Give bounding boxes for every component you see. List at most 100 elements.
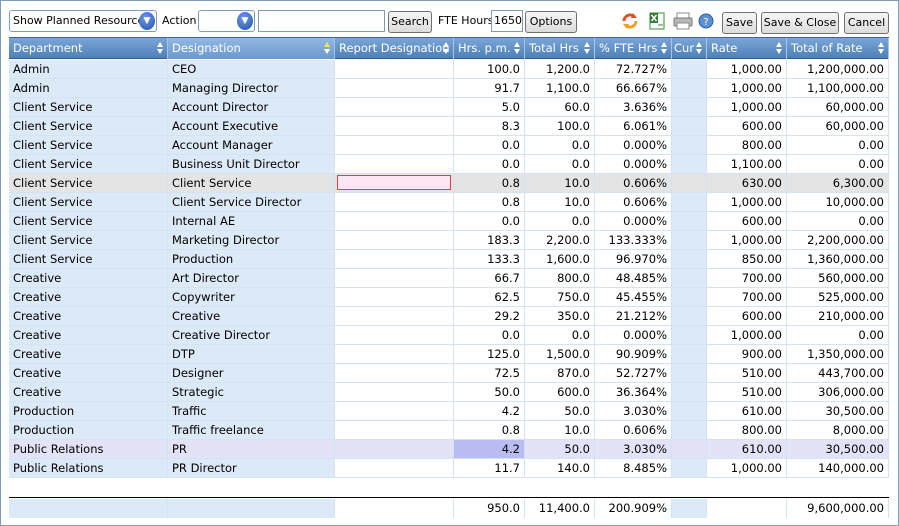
sort-ascending-icon[interactable] — [324, 42, 331, 55]
hrs-pm-cell[interactable]: 100.0 — [454, 60, 525, 79]
sort-icon[interactable] — [878, 42, 885, 55]
column-header-department[interactable]: Department — [9, 38, 168, 59]
report-designation-cell[interactable] — [335, 79, 454, 98]
report-designation-cell[interactable] — [335, 250, 454, 269]
report-designation-cell[interactable] — [335, 307, 454, 326]
hrs-pm-cell[interactable]: 0.0 — [454, 136, 525, 155]
hrs-pm-cell[interactable]: 0.8 — [454, 193, 525, 212]
report-designation-cell[interactable] — [335, 421, 454, 440]
report-designation-cell[interactable] — [335, 231, 454, 250]
report-designation-cell[interactable] — [335, 98, 454, 117]
report-designation-cell[interactable] — [335, 269, 454, 288]
hrs-pm-cell[interactable]: 66.7 — [454, 269, 525, 288]
hrs-pm-cell[interactable]: 183.3 — [454, 231, 525, 250]
report-designation-cell[interactable] — [335, 345, 454, 364]
table-row[interactable]: Admin CEO 100.0 1,200.0 72.727% 1,000.00 1,200… — [9, 60, 889, 79]
hrs-pm-cell[interactable]: 133.3 — [454, 250, 525, 269]
table-row[interactable]: Creative DTP 125.0 1,500.0 90.909% 900.00 1,35… — [9, 345, 889, 364]
sort-icon[interactable] — [776, 42, 783, 55]
report-designation-cell[interactable] — [335, 459, 454, 478]
search-button[interactable]: Search — [388, 11, 432, 33]
report-designation-cell[interactable] — [335, 212, 454, 231]
report-designation-cell[interactable] — [335, 326, 454, 345]
table-row[interactable]: Production Traffic freelance 0.8 10.0 0.606%… — [9, 421, 889, 440]
column-header-fte-hrs[interactable]: % FTE Hrs — [595, 38, 672, 59]
hrs-pm-cell[interactable]: 125.0 — [454, 345, 525, 364]
table-row[interactable]: Public Relations PR 4.2 50.0 3.030% 610.00 30,… — [9, 440, 889, 459]
options-button[interactable]: Options — [525, 11, 577, 33]
hrs-pm-cell[interactable]: 62.5 — [454, 288, 525, 307]
hrs-pm-cell[interactable]: 5.0 — [454, 98, 525, 117]
hrs-pm-cell[interactable]: 0.8 — [454, 421, 525, 440]
sort-icon[interactable] — [584, 42, 591, 55]
hrs-pm-cell[interactable]: 4.2 — [454, 402, 525, 421]
table-row[interactable]: Client Service Business Unit Director 0.0 0… — [9, 155, 889, 174]
table-row[interactable]: Creative Creative Director 0.0 0.0 0.000% 1,0… — [9, 326, 889, 345]
table-row[interactable]: Client Service Account Executive 8.3 100.0 6… — [9, 117, 889, 136]
hrs-pm-cell[interactable]: 72.5 — [454, 364, 525, 383]
report-designation-cell[interactable] — [335, 193, 454, 212]
hrs-pm-cell[interactable]: 29.2 — [454, 307, 525, 326]
hrs-pm-cell[interactable]: 0.0 — [454, 212, 525, 231]
report-designation-cell[interactable] — [335, 136, 454, 155]
view-select[interactable]: Show Planned Resources ▼ — [9, 10, 157, 32]
column-header-report-designation[interactable]: Report Designation — [335, 38, 454, 59]
fte-hours-input[interactable]: 1650 — [491, 10, 523, 32]
excel-export-icon[interactable] — [647, 11, 667, 31]
table-row[interactable]: Client Service Marketing Director 183.3 2,2… — [9, 231, 889, 250]
chevron-down-icon[interactable]: ▼ — [237, 12, 253, 30]
report-designation-cell[interactable] — [335, 174, 454, 193]
table-row[interactable]: Client Service Internal AE 0.0 0.0 0.000% 600… — [9, 212, 889, 231]
table-row[interactable]: Production Traffic 4.2 50.0 3.030% 610.00 30,5… — [9, 402, 889, 421]
help-icon[interactable]: ? — [698, 13, 714, 29]
table-row[interactable]: Creative Designer 72.5 870.0 52.727% 510.00 44… — [9, 364, 889, 383]
save-close-button[interactable]: Save & Close — [761, 12, 839, 34]
hrs-pm-cell[interactable]: 11.7 — [454, 459, 525, 478]
cancel-button[interactable]: Cancel — [844, 12, 889, 34]
sort-icon[interactable] — [696, 42, 703, 55]
hrs-pm-cell[interactable]: 50.0 — [454, 383, 525, 402]
column-header-designation[interactable]: Designation — [168, 38, 335, 59]
action-select[interactable]: ▼ — [198, 10, 255, 32]
report-designation-cell[interactable] — [335, 117, 454, 136]
report-designation-cell[interactable] — [335, 60, 454, 79]
table-row[interactable]: Creative Strategic 50.0 600.0 36.364% 510.00 3… — [9, 383, 889, 402]
table-row[interactable]: Client Service Account Director 5.0 60.0 3.6… — [9, 98, 889, 117]
report-designation-cell[interactable] — [335, 440, 454, 459]
column-header-hrs-pm[interactable]: Hrs. p.m. — [454, 38, 525, 59]
hrs-pm-cell[interactable]: 91.7 — [454, 79, 525, 98]
refresh-icon[interactable] — [620, 11, 640, 31]
report-designation-cell[interactable] — [335, 383, 454, 402]
table-row[interactable]: Creative Art Director 66.7 800.0 48.485% 700.… — [9, 269, 889, 288]
column-header-currency[interactable]: Cur — [672, 38, 707, 59]
column-header-rate[interactable]: Rate — [707, 38, 787, 59]
report-designation-cell[interactable] — [335, 155, 454, 174]
table-row[interactable]: Creative Copywriter 62.5 750.0 45.455% 700.00… — [9, 288, 889, 307]
hrs-pm-cell[interactable]: 0.0 — [454, 155, 525, 174]
report-designation-cell[interactable] — [335, 402, 454, 421]
table-row[interactable]: Client Service Client Service Director 0.8… — [9, 193, 889, 212]
report-designation-cell[interactable] — [335, 364, 454, 383]
table-row[interactable]: Creative Creative 29.2 350.0 21.212% 600.00 21… — [9, 307, 889, 326]
chevron-down-icon[interactable]: ▼ — [139, 12, 155, 30]
sort-icon[interactable] — [157, 42, 164, 55]
table-row[interactable]: Admin Managing Director 91.7 1,100.0 66.667%… — [9, 79, 889, 98]
column-header-total-hrs[interactable]: Total Hrs — [525, 38, 595, 59]
hrs-pm-cell[interactable]: 0.0 — [454, 326, 525, 345]
table-row[interactable]: Client Service Production 133.3 1,600.0 96.9… — [9, 250, 889, 269]
sort-icon[interactable] — [514, 42, 521, 55]
report-designation-editor[interactable] — [337, 175, 451, 190]
sort-icon[interactable] — [443, 42, 450, 55]
hrs-pm-cell[interactable]: 8.3 — [454, 117, 525, 136]
table-row[interactable]: Client Service Account Manager 0.0 0.0 0.000… — [9, 136, 889, 155]
table-row[interactable]: Public Relations PR Director 11.7 140.0 8.48… — [9, 459, 889, 478]
report-designation-cell[interactable] — [335, 288, 454, 307]
search-input[interactable] — [258, 10, 385, 32]
hrs-pm-cell[interactable]: 4.2 — [454, 440, 525, 459]
sort-icon[interactable] — [661, 42, 668, 55]
column-header-total-of-rate[interactable]: Total of Rate — [787, 38, 889, 59]
save-button[interactable]: Save — [722, 12, 757, 34]
hrs-pm-cell[interactable]: 0.8 — [454, 174, 525, 193]
print-icon[interactable] — [672, 11, 694, 31]
table-row[interactable]: Client Service Client Service 0.8 10.0 0.606… — [9, 174, 889, 193]
